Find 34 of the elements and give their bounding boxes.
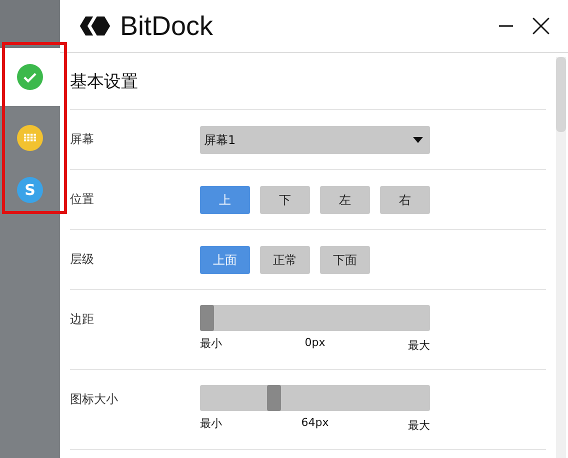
logo-icon <box>78 14 112 38</box>
letter-icon: S <box>17 177 43 203</box>
option-button[interactable]: 左 <box>320 186 370 214</box>
window-title: BitDock <box>120 10 214 42</box>
setting-label: 位置 <box>70 191 95 208</box>
screen-dropdown[interactable]: 屏幕1 <box>200 126 430 154</box>
max-label: 最大 <box>408 418 430 433</box>
slider-reading: 0px <box>304 336 326 351</box>
option-button[interactable]: 下面 <box>320 246 370 274</box>
option-button[interactable]: 下 <box>260 186 310 214</box>
slider-reading: 64px <box>301 416 329 431</box>
setting-label: 层级 <box>70 251 95 268</box>
scrollbar[interactable] <box>556 57 566 458</box>
slider-thumb[interactable] <box>200 305 214 331</box>
sidebar-item[interactable] <box>0 48 60 106</box>
slider-track[interactable] <box>200 385 430 411</box>
min-label: 最小 <box>200 336 222 352</box>
min-label: 最小 <box>200 416 222 432</box>
minimize-button[interactable] <box>496 23 516 29</box>
close-button[interactable] <box>530 15 552 37</box>
option-button[interactable]: 正常 <box>260 246 310 274</box>
caret-icon <box>413 137 423 143</box>
slider-thumb[interactable] <box>266 385 281 411</box>
max-label: 最大 <box>408 338 430 353</box>
slider-track[interactable] <box>200 305 430 331</box>
option-button[interactable]: 右 <box>380 186 430 214</box>
sidebar-header <box>0 0 60 48</box>
minimize-icon <box>498 25 514 27</box>
section-title: 基本设置 <box>70 53 546 110</box>
close-icon <box>532 17 550 35</box>
setting-label: 边距 <box>70 311 95 328</box>
setting-label: 屏幕 <box>70 131 95 148</box>
setting-label: 图标大小 <box>70 391 119 408</box>
scrollbar-thumb[interactable] <box>556 57 566 132</box>
